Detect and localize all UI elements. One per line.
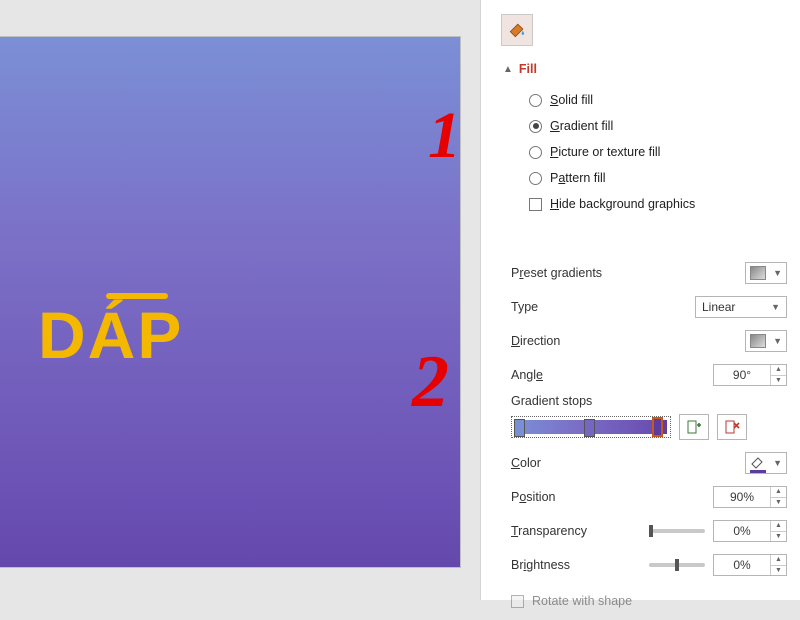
option-label: Hide background graphics: [550, 197, 695, 211]
spinner-down-icon[interactable]: ▼: [771, 375, 786, 386]
preset-gradients-row: Preset gradients ▼: [511, 258, 787, 288]
option-label: Pattern fill: [550, 171, 606, 185]
radio-icon: [529, 94, 542, 107]
fill-bucket-icon: [750, 454, 766, 470]
preset-gradients-dropdown[interactable]: ▼: [745, 262, 787, 284]
gradient-stop-handle[interactable]: [514, 419, 525, 437]
chevron-down-icon: ▼: [773, 268, 782, 278]
type-dropdown[interactable]: Linear ▼: [695, 296, 787, 318]
paint-bucket-icon: [507, 20, 527, 40]
spinner-up-icon[interactable]: ▲: [771, 521, 786, 531]
add-stop-icon: [686, 419, 702, 435]
slide-canvas[interactable]: DÁP: [0, 37, 460, 567]
position-value: 90%: [714, 490, 770, 504]
chevron-down-icon: ▼: [771, 302, 780, 312]
gradient-settings: Preset gradients ▼ Type Linear ▼ Directi…: [511, 258, 787, 620]
transparency-spinner[interactable]: 0% ▲▼: [713, 520, 787, 542]
checkbox-icon: [511, 595, 524, 608]
gradient-stop-handle[interactable]: [584, 419, 595, 437]
remove-gradient-stop-button[interactable]: [717, 414, 747, 440]
fill-tool-button[interactable]: [501, 14, 533, 46]
transparency-row: Transparency 0% ▲▼: [511, 516, 787, 546]
spinner-up-icon[interactable]: ▲: [771, 365, 786, 375]
angle-value: 90°: [714, 368, 770, 382]
option-label: Picture or texture fill: [550, 145, 660, 159]
brightness-spinner[interactable]: 0% ▲▼: [713, 554, 787, 576]
angle-row: Angle 90° ▲▼: [511, 360, 787, 390]
position-row: Position 90% ▲▼: [511, 482, 787, 512]
color-row: Color ▼: [511, 448, 787, 478]
annotation-number-1: 1: [428, 98, 461, 174]
rotate-label: Rotate with shape: [532, 594, 632, 608]
hide-background-option[interactable]: Hide background graphics: [529, 192, 779, 216]
direction-dropdown[interactable]: ▼: [745, 330, 787, 352]
position-spinner[interactable]: 90% ▲▼: [713, 486, 787, 508]
brightness-label: Brightness: [511, 558, 631, 572]
transparency-value: 0%: [714, 524, 770, 538]
picture-fill-option[interactable]: Picture or texture fill: [529, 140, 779, 164]
gradient-stops-track[interactable]: [511, 416, 671, 438]
gradient-stops-label: Gradient stops: [511, 394, 787, 408]
slider-thumb[interactable]: [649, 525, 653, 537]
collapse-triangle-icon: ▲: [503, 64, 513, 75]
spinner-down-icon[interactable]: ▼: [771, 565, 786, 576]
direction-label: Direction: [511, 334, 631, 348]
spinner-down-icon[interactable]: ▼: [771, 497, 786, 508]
radio-icon: [529, 120, 542, 133]
type-value: Linear: [702, 300, 735, 314]
brightness-value: 0%: [714, 558, 770, 572]
transparency-slider[interactable]: [649, 529, 705, 533]
type-label: Type: [511, 300, 631, 314]
color-picker-button[interactable]: ▼: [745, 452, 787, 474]
chevron-down-icon: ▼: [773, 336, 782, 346]
rotate-with-shape-option: Rotate with shape: [511, 586, 787, 616]
radio-icon: [529, 172, 542, 185]
preset-gradients-label: Preset gradients: [511, 266, 631, 280]
option-label: Gradient fill: [550, 119, 613, 133]
angle-spinner[interactable]: 90° ▲▼: [713, 364, 787, 386]
slide-logo-text: DÁP: [38, 297, 183, 373]
checkbox-icon: [529, 198, 542, 211]
gradient-fill-option[interactable]: Gradient fill: [529, 114, 779, 138]
fill-section-header[interactable]: ▲ Fill: [503, 62, 537, 76]
brightness-row: Brightness 0% ▲▼: [511, 550, 787, 580]
position-label: Position: [511, 490, 631, 504]
spinner-up-icon[interactable]: ▲: [771, 555, 786, 565]
gradient-stops-row: Gradient stops: [511, 394, 787, 440]
direction-row: Direction ▼: [511, 326, 787, 356]
spinner-up-icon[interactable]: ▲: [771, 487, 786, 497]
slider-thumb[interactable]: [675, 559, 679, 571]
type-row: Type Linear ▼: [511, 292, 787, 322]
color-label: Color: [511, 456, 631, 470]
option-label: Solid fill: [550, 93, 593, 107]
fill-section-title: Fill: [519, 62, 537, 76]
direction-swatch-icon: [750, 334, 766, 348]
format-background-panel: ▲ Fill Solid fill Gradient fill Picture o…: [480, 0, 800, 600]
color-bar: [750, 470, 766, 473]
gradient-swatch-icon: [750, 266, 766, 280]
remove-stop-icon: [724, 419, 740, 435]
fill-type-group: Solid fill Gradient fill Picture or text…: [529, 88, 779, 218]
radio-icon: [529, 146, 542, 159]
add-gradient-stop-button[interactable]: [679, 414, 709, 440]
gradient-stop-handle-selected[interactable]: [652, 417, 663, 437]
chevron-down-icon: ▼: [773, 458, 782, 468]
brightness-slider[interactable]: [649, 563, 705, 567]
annotation-number-2: 2: [412, 340, 449, 425]
solid-fill-option[interactable]: Solid fill: [529, 88, 779, 112]
transparency-label: Transparency: [511, 524, 631, 538]
pattern-fill-option[interactable]: Pattern fill: [529, 166, 779, 190]
angle-label: Angle: [511, 368, 631, 382]
spinner-down-icon[interactable]: ▼: [771, 531, 786, 542]
